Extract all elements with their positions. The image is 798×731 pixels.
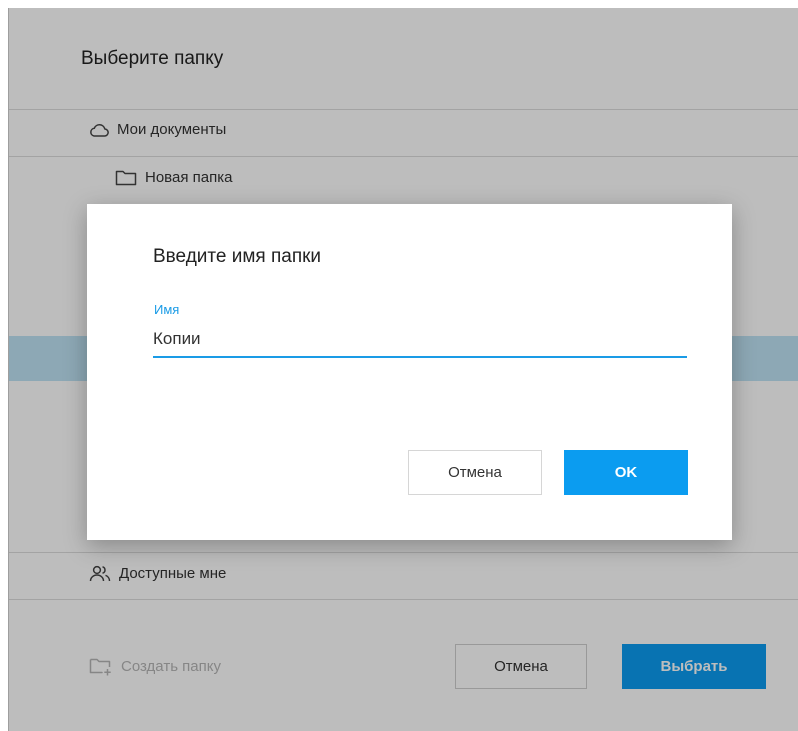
new-folder-dialog-title: Введите имя папки — [153, 246, 322, 267]
new-folder-dialog: Введите имя папки Имя Отмена OK — [87, 204, 732, 540]
folder-name-label: Имя — [154, 302, 180, 317]
folder-name-input[interactable] — [153, 322, 687, 358]
ok-button[interactable]: OK — [564, 450, 688, 495]
dialog-cancel-button[interactable]: Отмена — [408, 450, 542, 495]
